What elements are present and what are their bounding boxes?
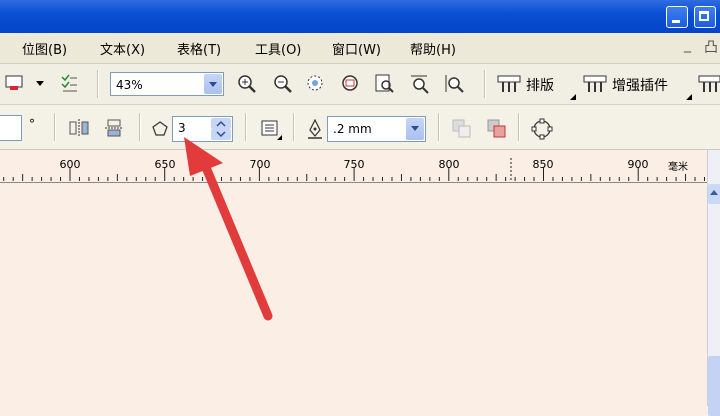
annotation-arrow-head [184, 137, 223, 176]
annotation-arrow [184, 137, 273, 321]
annotation-arrow-shaft [200, 160, 273, 321]
